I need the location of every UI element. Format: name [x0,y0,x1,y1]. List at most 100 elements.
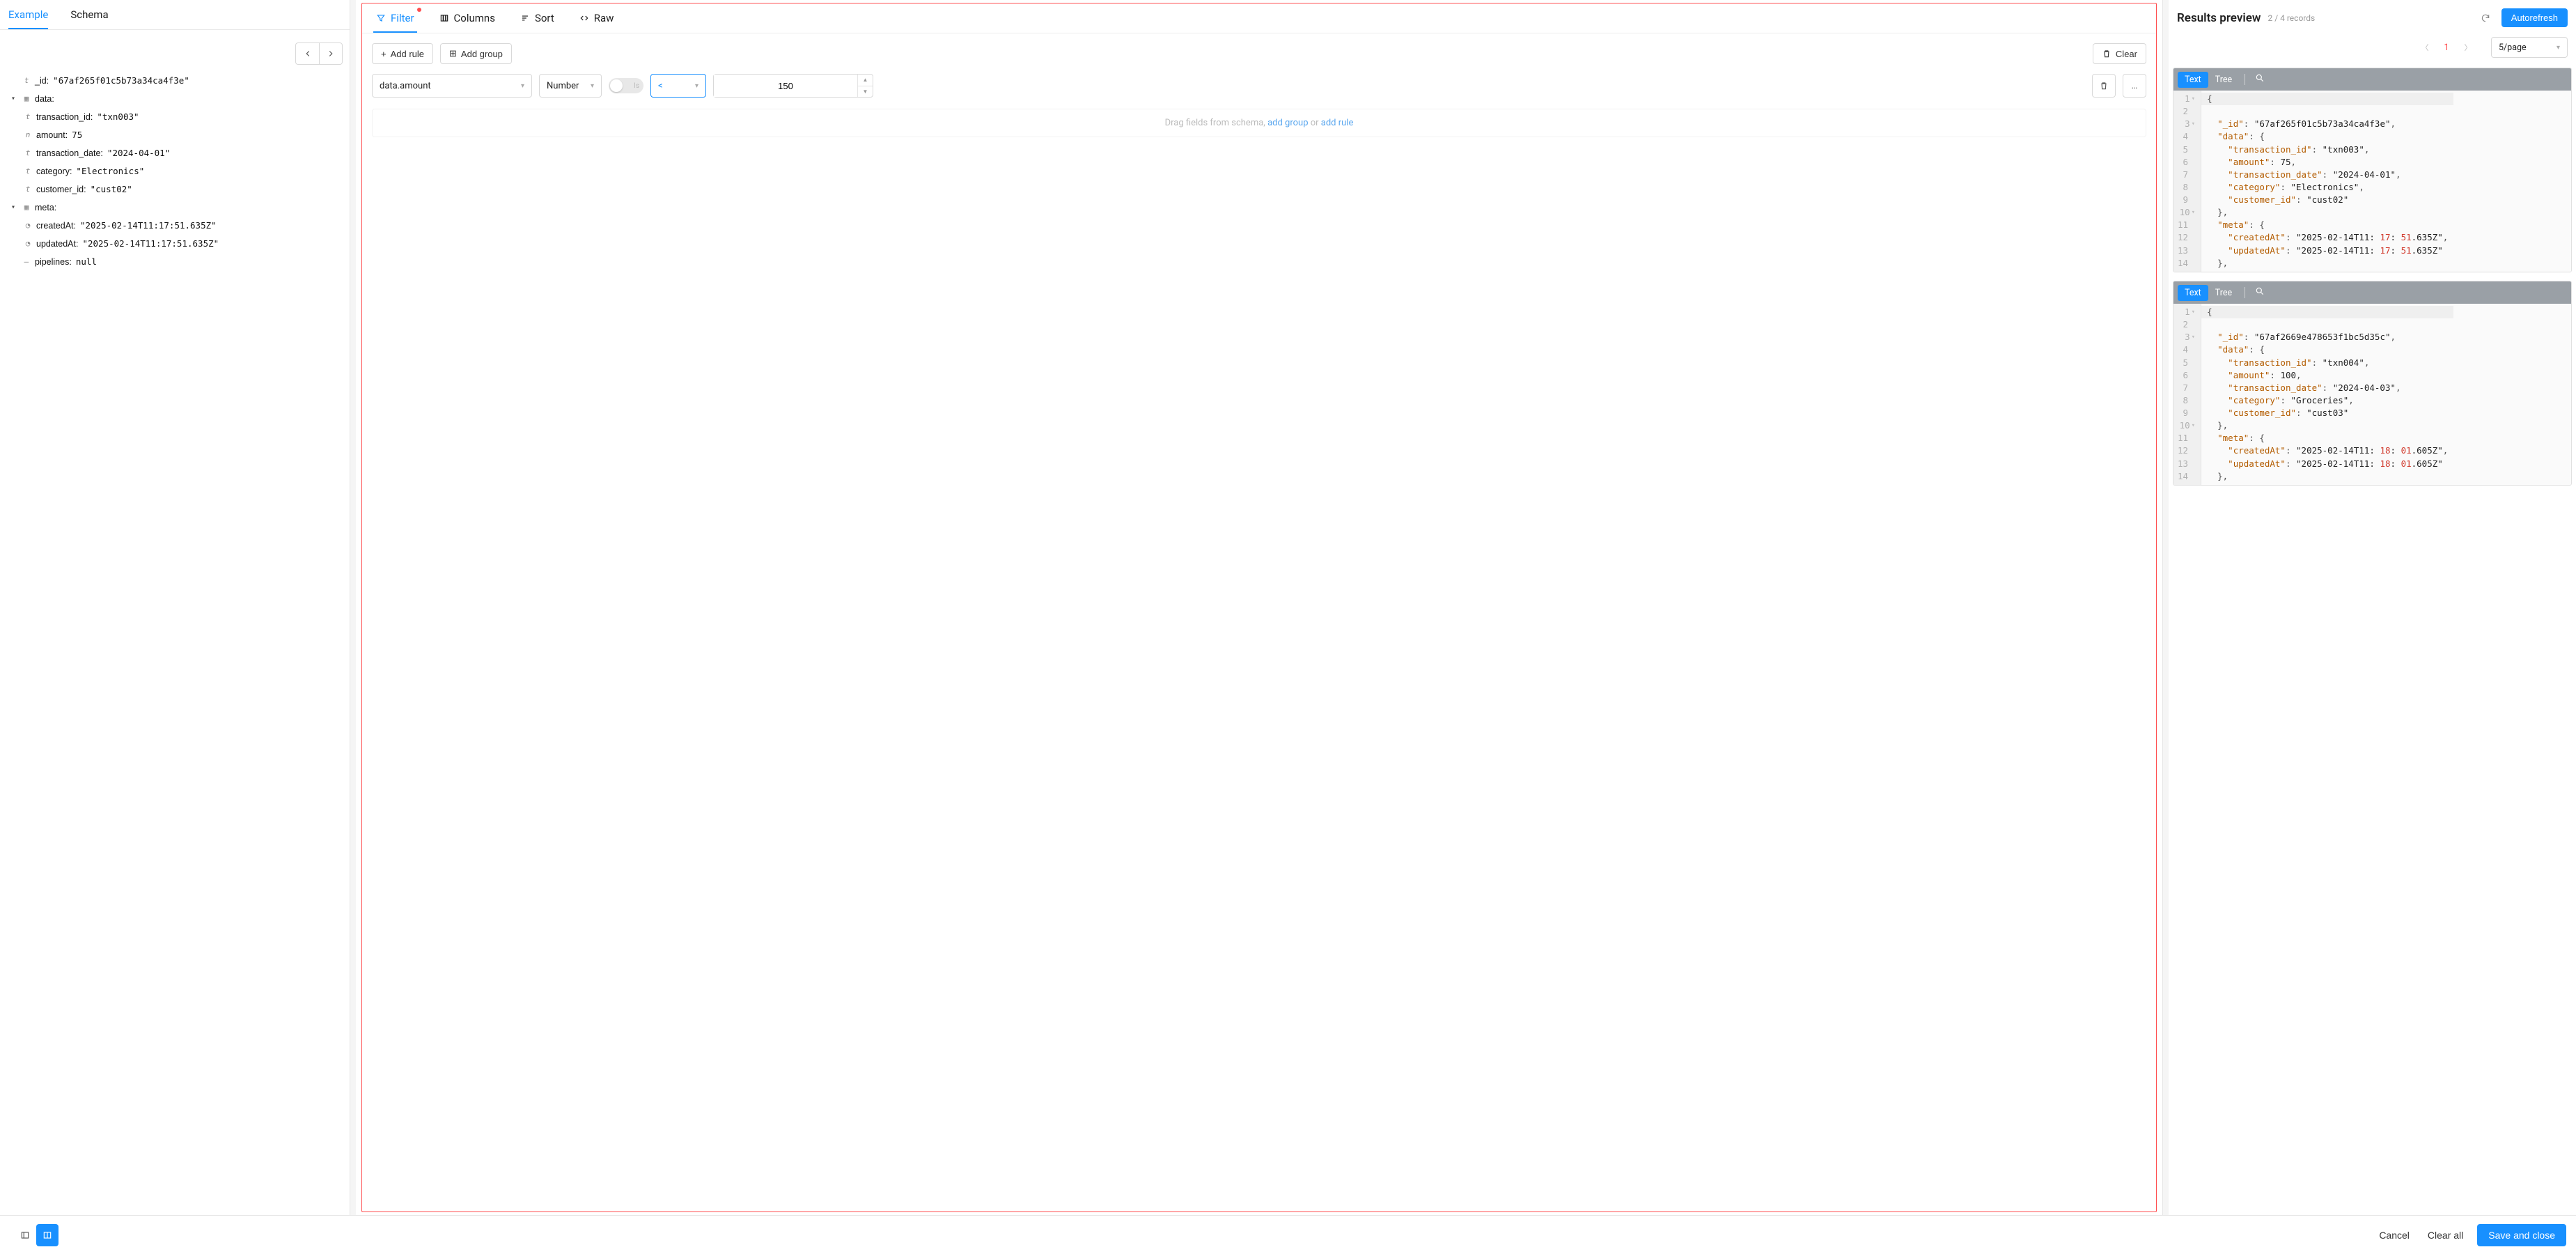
caret-meta[interactable]: ▾ [11,202,18,213]
layout-single-icon [20,1230,30,1240]
code-line: { [2201,93,2453,105]
code-line: "transaction_date": "2024-04-01", [2207,169,2401,180]
record-view-text[interactable]: Text [2178,285,2208,301]
object-icon: ▦ [22,93,31,105]
delete-rule-button[interactable] [2092,74,2116,98]
code-line: "customer_id": "cust02" [2207,194,2348,205]
stepper-up[interactable]: ▲ [858,75,873,86]
autorefresh-button[interactable]: Autorefresh [2501,8,2568,27]
code-line: "pipelines": null [2207,270,2306,272]
record-card: Text Tree 1▾23▾45678910▾1112131415 { "_i… [2173,68,2572,272]
layout-single-button[interactable] [14,1224,36,1246]
chevron-down-icon: ▾ [2557,44,2560,52]
results-title: Results preview [2177,11,2261,25]
clock-icon: ◔ [24,238,32,250]
code-icon [579,13,589,23]
columns-icon [439,13,449,23]
fold-toggle[interactable]: ▾ [2192,308,2195,317]
clear-filter-button[interactable]: Clear [2093,43,2146,64]
rule-operator-select[interactable]: <▾ [650,74,706,98]
record-view-text[interactable]: Text [2178,72,2208,88]
rule-type-select[interactable]: Number▾ [539,74,602,98]
tab-filter[interactable]: Filter [373,3,417,33]
hint-add-group-link[interactable]: add group [1267,118,1308,128]
rule-value-input: ▲ ▼ [713,74,873,98]
schema-panel: Example Schema t_id: 67af265f01c5b73a34c… [0,0,350,1215]
code-line: "updatedAt": "2025-02-14T11: 17: 51.635Z… [2207,245,2443,256]
pager-prev[interactable]: 〈 [2414,37,2435,58]
tab-sort[interactable]: Sort [517,3,557,33]
record-search-button[interactable] [2251,70,2269,88]
rule-is-toggle[interactable]: Is [609,78,643,93]
record-view-tree[interactable]: Tree [2208,285,2239,301]
pager-current: 1 [2438,42,2455,53]
tab-columns[interactable]: Columns [437,3,498,33]
clock-icon: ◔ [24,219,32,232]
sort-icon [520,13,530,23]
caret-data[interactable]: ▾ [11,93,18,104]
add-rule-button[interactable]: + Add rule [372,43,433,64]
fold-toggle[interactable]: ▾ [2192,208,2195,217]
rule-value-field[interactable] [714,75,857,97]
layout-split-button[interactable] [36,1224,58,1246]
filter-drop-hint: Drag fields from schema, add group or ad… [372,109,2146,137]
code-line: "data": { [2207,131,2265,141]
tab-example[interactable]: Example [8,0,48,29]
plus-square-icon: ⊞ [449,48,457,59]
fold-toggle[interactable]: ▾ [2192,421,2195,431]
fold-toggle[interactable]: ▾ [2192,120,2195,129]
cancel-button[interactable]: Cancel [2375,1224,2414,1246]
record-search-button[interactable] [2251,284,2269,302]
chevron-left-icon [303,49,313,59]
add-group-button[interactable]: ⊞ Add group [440,43,512,64]
object-icon: ▦ [22,201,31,214]
code-line: "amount": 100, [2207,370,2302,380]
search-icon [2255,286,2265,296]
code-line: "customer_id": "cust03" [2207,408,2348,418]
trash-icon [2099,81,2109,91]
query-builder-panel: Filter Columns Sort Raw [356,0,2163,1215]
hint-add-rule-link[interactable]: add rule [1321,118,1354,128]
splitter-right[interactable] [2163,0,2169,1215]
fold-toggle[interactable]: ▾ [2192,333,2195,342]
chevron-right-icon [326,49,336,59]
code-line: "meta": { [2207,219,2265,230]
splitter-left[interactable] [350,0,356,1215]
code-line: "category": "Electronics", [2207,182,2364,192]
pager-next[interactable]: 〉 [2458,37,2479,58]
schema-tree: t_id: 67af265f01c5b73a34ca4f3e ▾▦data: t… [0,69,350,278]
rule-field-select[interactable]: data.amount▾ [372,74,532,98]
schema-next-button[interactable] [319,42,343,65]
code-line: "amount": 75, [2207,157,2296,167]
stepper-down[interactable]: ▼ [858,86,873,98]
fold-toggle[interactable]: ▾ [2192,95,2195,104]
filter-icon [376,13,386,23]
page-size-select[interactable]: 5/page▾ [2491,37,2568,58]
code-line: "transaction_id": "txn003", [2207,144,2369,155]
rule-more-button[interactable]: … [2123,74,2146,98]
results-count: 2 / 4 records [2267,13,2315,23]
layout-split-icon [42,1230,52,1240]
record-view-tree[interactable]: Tree [2208,72,2239,88]
plus-icon: + [381,49,387,59]
save-close-button[interactable]: Save and close [2477,1224,2566,1246]
filter-rule-row: data.amount▾ Number▾ Is <▾ ▲ ▼ [362,74,2156,106]
code-line: { [2201,306,2453,318]
code-line: }, [2207,420,2228,431]
tab-schema[interactable]: Schema [70,0,108,29]
clear-all-button[interactable]: Clear all [2423,1224,2467,1246]
search-icon [2255,73,2265,83]
code-line: "updatedAt": "2025-02-14T11: 18: 01.605Z… [2207,458,2443,469]
tab-raw[interactable]: Raw [577,3,617,33]
filter-modified-indicator [417,8,421,12]
schema-prev-button[interactable] [295,42,319,65]
record-card: Text Tree 1▾23▾45678910▾1112131415 { "_i… [2173,281,2572,486]
chevron-down-icon: ▾ [591,82,594,90]
code-line: "_id": "67af265f01c5b73a34ca4f3e", [2207,118,2396,129]
code-line: }, [2207,258,2228,268]
refresh-button[interactable] [2476,9,2495,27]
code-line: "createdAt": "2025-02-14T11: 17: 51.635Z… [2207,232,2448,242]
results-panel: Results preview 2 / 4 records Autorefres… [2169,0,2576,1215]
footer-bar: Cancel Clear all Save and close [0,1215,2576,1254]
code-line: "meta": { [2207,433,2265,443]
